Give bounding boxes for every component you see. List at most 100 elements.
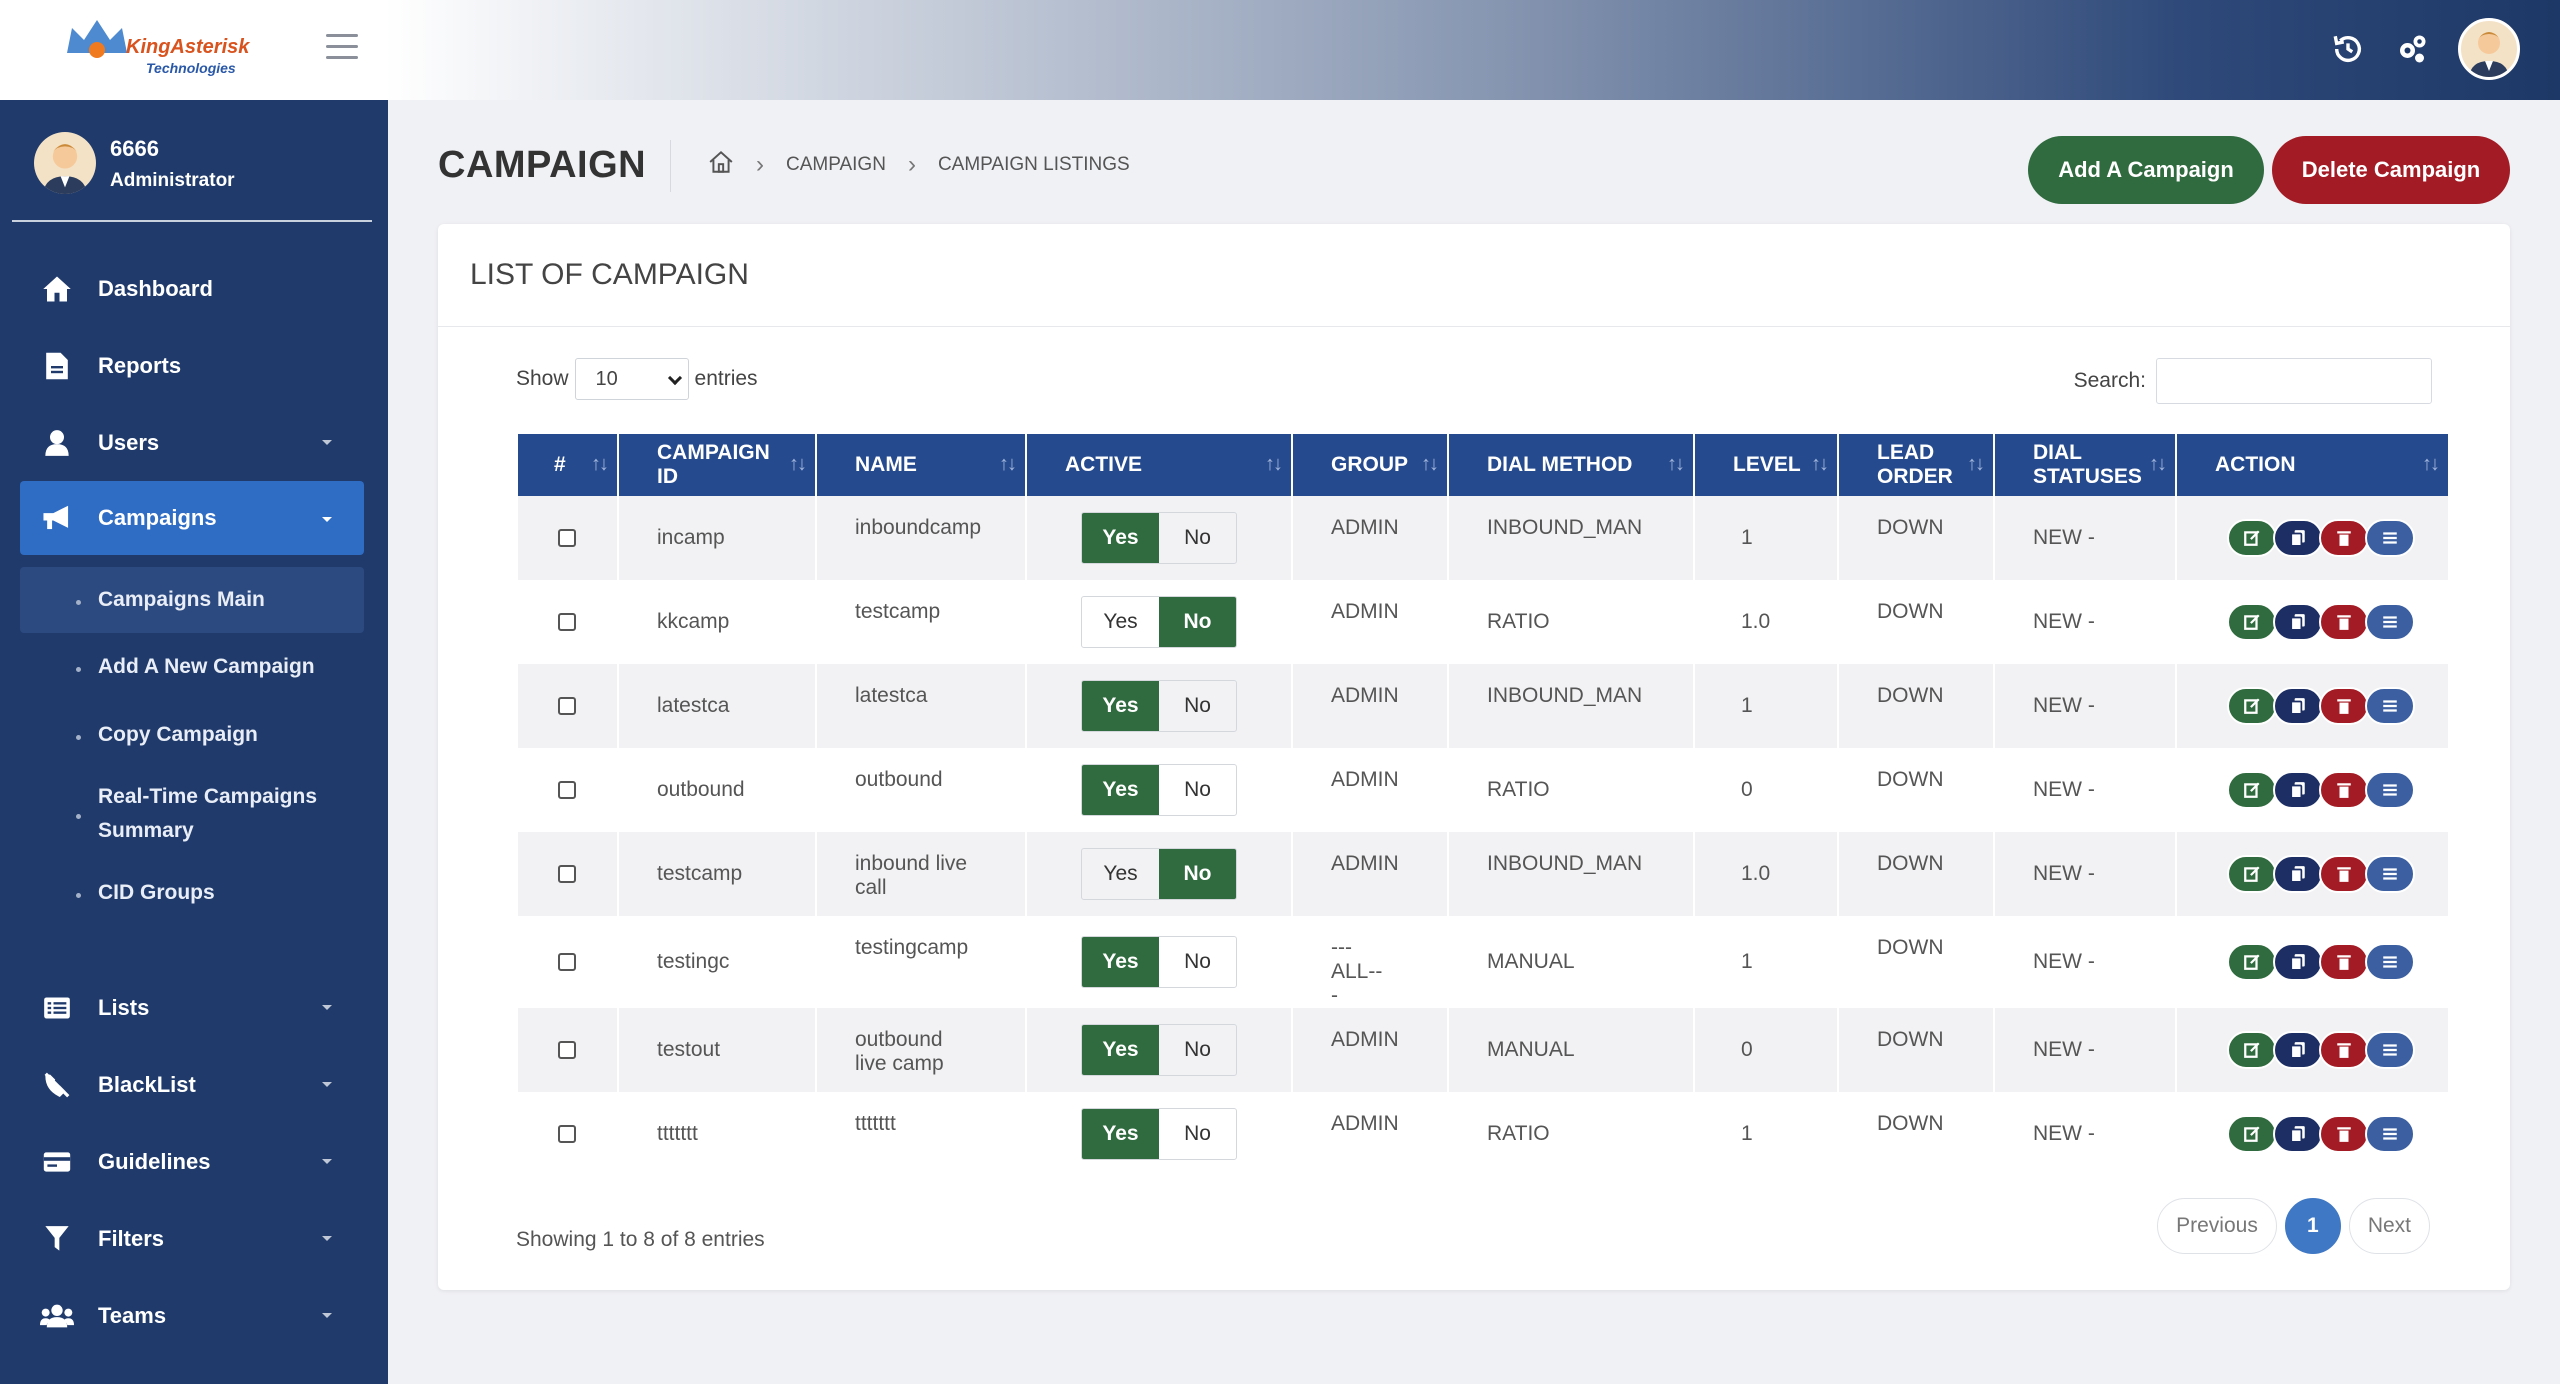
- sidebar-item-teams[interactable]: Teams: [0, 1277, 388, 1354]
- column-header-group[interactable]: GROUP ↑↓: [1292, 434, 1449, 496]
- list-icon[interactable]: [2365, 943, 2415, 981]
- breadcrumb-campaign[interactable]: CAMPAIGN: [786, 154, 886, 176]
- toggle-yes[interactable]: Yes: [1082, 681, 1159, 731]
- trash-icon[interactable]: [2319, 603, 2369, 641]
- column-header-lead-order[interactable]: LEAD ORDER ↑↓: [1838, 434, 1995, 496]
- active-toggle[interactable]: Yes No: [1081, 764, 1237, 816]
- submenu-item-campaigns-main[interactable]: Campaigns Main: [20, 567, 364, 633]
- sort-icon[interactable]: ↑↓: [591, 452, 609, 476]
- copy-icon[interactable]: [2273, 1115, 2323, 1153]
- copy-icon[interactable]: [2273, 1031, 2323, 1069]
- list-icon[interactable]: [2365, 603, 2415, 641]
- copy-icon[interactable]: [2273, 771, 2323, 809]
- toggle-no[interactable]: No: [1159, 937, 1236, 987]
- trash-icon[interactable]: [2319, 855, 2369, 893]
- history-icon[interactable]: [2330, 31, 2366, 67]
- toggle-yes[interactable]: Yes: [1082, 765, 1159, 815]
- sidebar-item-lists[interactable]: Lists: [0, 969, 388, 1046]
- copy-icon[interactable]: [2273, 519, 2323, 557]
- list-icon[interactable]: [2365, 1115, 2415, 1153]
- edit-icon[interactable]: [2227, 603, 2277, 641]
- sidebar-item-filters[interactable]: Filters: [0, 1200, 388, 1277]
- active-toggle[interactable]: Yes No: [1081, 1024, 1237, 1076]
- trash-icon[interactable]: [2319, 1115, 2369, 1153]
- row-checkbox[interactable]: [558, 529, 576, 547]
- toggle-no[interactable]: No: [1159, 513, 1236, 563]
- column-header-campaign-id[interactable]: CAMPAIGN ID ↑↓: [618, 434, 817, 496]
- sort-icon[interactable]: ↑↓: [2149, 452, 2167, 476]
- active-toggle[interactable]: Yes No: [1081, 848, 1237, 900]
- toggle-yes[interactable]: Yes: [1082, 597, 1159, 647]
- trash-icon[interactable]: [2319, 687, 2369, 725]
- list-icon[interactable]: [2365, 855, 2415, 893]
- edit-icon[interactable]: [2227, 519, 2277, 557]
- toggle-no[interactable]: No: [1159, 1109, 1236, 1159]
- delete-campaign-button[interactable]: Delete Campaign: [2272, 136, 2510, 204]
- sidebar-item-dashboard[interactable]: Dashboard: [0, 250, 388, 327]
- menu-toggle-icon[interactable]: [326, 34, 358, 60]
- sort-icon[interactable]: ↑↓: [2422, 452, 2440, 476]
- page-1-button[interactable]: 1: [2284, 1198, 2341, 1254]
- list-icon[interactable]: [2365, 519, 2415, 557]
- previous-page-button[interactable]: Previous: [2157, 1198, 2277, 1254]
- list-icon[interactable]: [2365, 687, 2415, 725]
- edit-icon[interactable]: [2227, 771, 2277, 809]
- active-toggle[interactable]: Yes No: [1081, 936, 1237, 988]
- row-checkbox[interactable]: [558, 1041, 576, 1059]
- row-checkbox[interactable]: [558, 613, 576, 631]
- sort-icon[interactable]: ↑↓: [1667, 452, 1685, 476]
- toggle-no[interactable]: No: [1159, 1025, 1236, 1075]
- active-toggle[interactable]: Yes No: [1081, 512, 1237, 564]
- add-campaign-button[interactable]: Add A Campaign: [2028, 136, 2264, 204]
- trash-icon[interactable]: [2319, 943, 2369, 981]
- sidebar-item-guidelines[interactable]: Guidelines: [0, 1123, 388, 1200]
- toggle-no[interactable]: No: [1159, 849, 1236, 899]
- sidebar-item-reports[interactable]: Reports: [0, 327, 388, 404]
- search-input[interactable]: [2156, 358, 2432, 404]
- submenu-item-add-campaign[interactable]: Add A New Campaign: [0, 633, 388, 701]
- sort-icon[interactable]: ↑↓: [999, 452, 1017, 476]
- column-header-dial-statuses[interactable]: DIAL STATUSES ↑↓: [1994, 434, 2177, 496]
- column-header-hash[interactable]: # ↑↓: [518, 434, 619, 496]
- sidebar-item-blacklist[interactable]: BlackList: [0, 1046, 388, 1123]
- submenu-item-cid-groups[interactable]: CID Groups: [0, 859, 388, 927]
- row-checkbox[interactable]: [558, 781, 576, 799]
- edit-icon[interactable]: [2227, 687, 2277, 725]
- home-icon[interactable]: [708, 150, 734, 180]
- sort-icon[interactable]: ↑↓: [789, 452, 807, 476]
- row-checkbox[interactable]: [558, 1125, 576, 1143]
- entries-select[interactable]: 10: [574, 358, 689, 400]
- list-icon[interactable]: [2365, 771, 2415, 809]
- active-toggle[interactable]: Yes No: [1081, 680, 1237, 732]
- row-checkbox[interactable]: [558, 697, 576, 715]
- settings-gears-icon[interactable]: [2394, 31, 2430, 67]
- submenu-item-copy-campaign[interactable]: Copy Campaign: [0, 701, 388, 769]
- copy-icon[interactable]: [2273, 943, 2323, 981]
- toggle-yes[interactable]: Yes: [1082, 513, 1159, 563]
- trash-icon[interactable]: [2319, 771, 2369, 809]
- list-icon[interactable]: [2365, 1031, 2415, 1069]
- toggle-yes[interactable]: Yes: [1082, 1025, 1159, 1075]
- edit-icon[interactable]: [2227, 1115, 2277, 1153]
- edit-icon[interactable]: [2227, 943, 2277, 981]
- toggle-yes[interactable]: Yes: [1082, 937, 1159, 987]
- profile-avatar[interactable]: [2458, 18, 2520, 80]
- copy-icon[interactable]: [2273, 855, 2323, 893]
- trash-icon[interactable]: [2319, 519, 2369, 557]
- toggle-no[interactable]: No: [1159, 681, 1236, 731]
- column-header-level[interactable]: LEVEL ↑↓: [1694, 434, 1839, 496]
- sort-icon[interactable]: ↑↓: [1421, 452, 1439, 476]
- sort-icon[interactable]: ↑↓: [1265, 452, 1283, 476]
- column-header-action[interactable]: ACTION ↑↓: [2176, 434, 2448, 496]
- active-toggle[interactable]: Yes No: [1081, 596, 1237, 648]
- sort-icon[interactable]: ↑↓: [1811, 452, 1829, 476]
- column-header-name[interactable]: NAME ↑↓: [816, 434, 1027, 496]
- copy-icon[interactable]: [2273, 687, 2323, 725]
- toggle-no[interactable]: No: [1159, 765, 1236, 815]
- trash-icon[interactable]: [2319, 1031, 2369, 1069]
- column-header-active[interactable]: ACTIVE ↑↓: [1026, 434, 1293, 496]
- next-page-button[interactable]: Next: [2348, 1198, 2430, 1254]
- sidebar-item-users[interactable]: Users: [0, 404, 388, 481]
- row-checkbox[interactable]: [558, 953, 576, 971]
- column-header-dial-method[interactable]: DIAL METHOD ↑↓: [1448, 434, 1695, 496]
